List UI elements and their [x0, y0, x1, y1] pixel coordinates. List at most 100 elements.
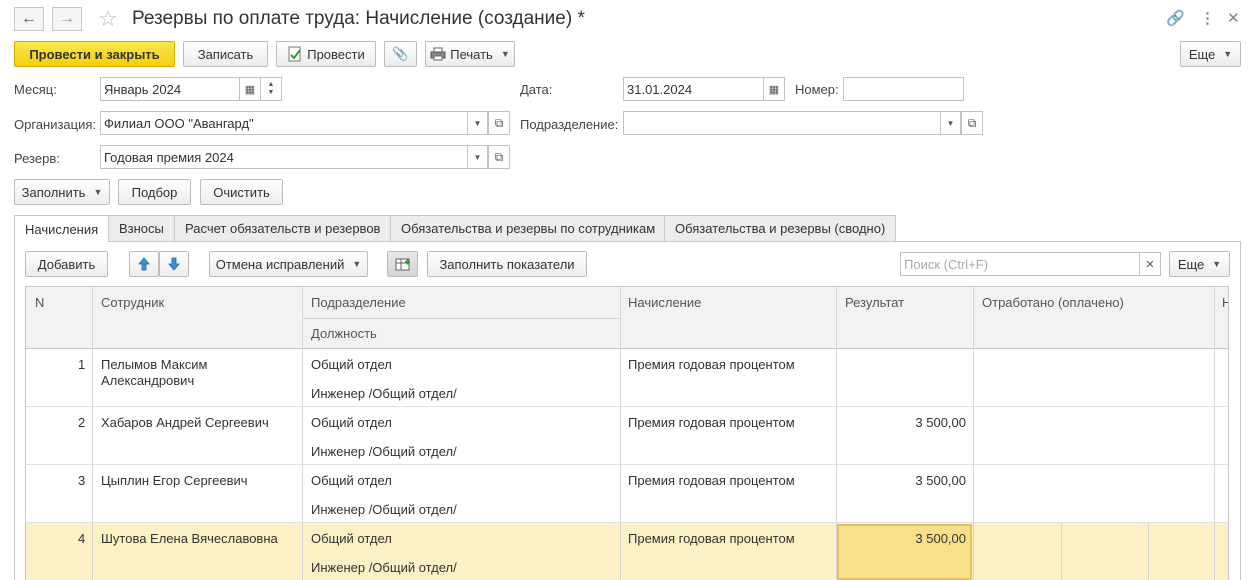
organization-dropdown[interactable]: ▼ — [467, 111, 488, 135]
chevron-down-icon: ▼ — [267, 89, 275, 96]
vertical-dots-icon[interactable]: ⋮ — [1200, 9, 1215, 27]
header-employee[interactable]: Сотрудник — [101, 295, 164, 310]
header-department[interactable]: Подразделение — [311, 295, 406, 310]
page-title: Резервы по оплате труда: Начисление (соз… — [132, 8, 585, 29]
calendar-icon: ▦ — [768, 83, 780, 96]
calendar-button[interactable]: ▦ — [239, 77, 261, 101]
reserve-label: Резерв: — [14, 151, 60, 166]
column-divider — [1214, 287, 1215, 580]
reserve-field[interactable]: Годовая премия 2024 — [100, 145, 468, 169]
date-field[interactable]: 31.01.2024 — [623, 77, 764, 101]
row-accrual: Премия годовая процентом — [628, 531, 795, 546]
organization-field[interactable]: Филиал ООО "Авангард" — [100, 111, 468, 135]
row-employee-line2: Александрович — [101, 373, 195, 388]
date-calendar-button[interactable]: ▦ — [763, 77, 785, 101]
column-divider — [92, 287, 93, 580]
print-button[interactable]: Печать ▼ — [425, 41, 515, 67]
post-and-close-button[interactable]: Провести и закрыть — [14, 41, 175, 67]
department-dropdown[interactable]: ▼ — [940, 111, 961, 135]
month-field[interactable]: Январь 2024 — [100, 77, 240, 101]
arrow-up-icon — [138, 257, 150, 271]
header-n[interactable]: N — [35, 295, 44, 310]
attach-button[interactable]: 📎 — [384, 41, 417, 67]
paperclip-icon: 📎 — [392, 46, 409, 61]
row-employee: Пелымов Максим — [101, 357, 208, 372]
row-result: 3 500,00 — [915, 415, 966, 430]
number-field[interactable] — [843, 77, 964, 101]
reserve-dropdown[interactable]: ▼ — [467, 145, 488, 169]
table-more-button[interactable]: Еще ▼ — [1169, 251, 1230, 277]
column-divider — [1061, 523, 1062, 580]
department-open-button[interactable]: ⧉ — [961, 111, 983, 135]
move-up-button[interactable] — [129, 251, 159, 277]
star-icon[interactable]: ☆ — [98, 6, 118, 32]
arrow-left-icon: ← — [21, 10, 37, 27]
row-number: 2 — [78, 415, 86, 430]
row-department: Общий отдел — [311, 473, 392, 488]
department-field[interactable] — [623, 111, 941, 135]
table-row-selected[interactable]: 4 Шутова Елена Вячеславовна Общий отдел … — [26, 523, 1228, 580]
row-number: 3 — [78, 473, 86, 488]
chevron-down-icon: ▼ — [473, 118, 482, 128]
header-accrual[interactable]: Начисление — [628, 295, 701, 310]
clear-button[interactable]: Очистить — [200, 179, 283, 205]
organization-open-button[interactable]: ⧉ — [488, 111, 510, 135]
fill-indicators-button[interactable]: Заполнить показатели — [427, 251, 587, 277]
row-department: Общий отдел — [311, 357, 392, 372]
post-document-icon — [288, 46, 302, 62]
move-down-button[interactable] — [159, 251, 189, 277]
row-employee: Хабаров Андрей Сергеевич — [101, 415, 269, 430]
open-window-icon: ⧉ — [494, 149, 504, 164]
select-button[interactable]: Подбор — [118, 179, 191, 205]
chevron-down-icon: ▼ — [352, 259, 362, 269]
table-row[interactable]: 3 Цыплин Егор Сергеевич Общий отдел Инже… — [26, 465, 1228, 523]
arrow-down-icon — [168, 257, 180, 271]
fill-button[interactable]: Заполнить ▼ — [14, 179, 110, 205]
accruals-table[interactable]: N Сотрудник Подразделение Должность Начи… — [25, 286, 1229, 580]
header-result[interactable]: Результат — [845, 295, 904, 310]
row-number: 1 — [78, 357, 86, 372]
tab-calculation[interactable]: Расчет обязательств и резервов — [174, 215, 392, 241]
header-worked[interactable]: Отработано (оплачено) — [982, 295, 1124, 310]
table-settings-button[interactable] — [387, 251, 418, 277]
row-position: Инженер /Общий отдел/ — [311, 444, 457, 459]
tab-by-employees[interactable]: Обязательства и резервы по сотрудникам — [390, 215, 667, 241]
chevron-down-icon: ▼ — [946, 118, 955, 128]
tab-contributions[interactable]: Взносы — [108, 215, 175, 241]
row-position: Инженер /Общий отдел/ — [311, 502, 457, 517]
row-accrual: Премия годовая процентом — [628, 415, 795, 430]
post-button[interactable]: Провести — [276, 41, 376, 67]
chevron-down-icon: ▼ — [93, 187, 103, 197]
column-divider — [620, 287, 621, 580]
search-clear-button[interactable]: ✕ — [1139, 252, 1161, 276]
close-icon: ✕ — [1145, 258, 1155, 271]
open-window-icon: ⧉ — [494, 115, 504, 130]
cancel-corrections-button[interactable]: Отмена исправлений ▼ — [209, 251, 368, 277]
save-button[interactable]: Записать — [183, 41, 268, 67]
row-number: 4 — [78, 531, 86, 546]
department-label: Подразделение: — [520, 117, 619, 132]
table-row[interactable]: 2 Хабаров Андрей Сергеевич Общий отдел И… — [26, 407, 1228, 465]
organization-label: Организация: — [14, 117, 97, 132]
chevron-down-icon: ▼ — [473, 152, 482, 162]
row-position: Инженер /Общий отдел/ — [311, 560, 457, 575]
table-header: N Сотрудник Подразделение Должность Начи… — [26, 287, 1228, 349]
tab-accruals[interactable]: Начисления — [14, 215, 110, 242]
header-extra[interactable]: Н — [1222, 295, 1228, 310]
table-row[interactable]: 1 Пелымов Максим Александрович Общий отд… — [26, 349, 1228, 407]
reserve-open-button[interactable]: ⧉ — [488, 145, 510, 169]
add-button[interactable]: Добавить — [25, 251, 108, 277]
row-result: 3 500,00 — [915, 531, 966, 546]
forward-button[interactable]: → — [52, 7, 82, 31]
open-window-icon: ⧉ — [967, 115, 977, 130]
month-stepper[interactable]: ▲ ▼ — [260, 77, 282, 101]
tab-summary[interactable]: Обязательства и резервы (сводно) — [664, 215, 897, 241]
column-divider — [1148, 523, 1149, 580]
column-divider — [302, 287, 303, 580]
search-input[interactable]: Поиск (Ctrl+F) — [900, 252, 1140, 276]
more-button[interactable]: Еще ▼ — [1180, 41, 1241, 67]
header-position[interactable]: Должность — [311, 326, 377, 341]
link-icon[interactable]: 🔗 — [1166, 9, 1185, 27]
close-icon[interactable]: ✕ — [1227, 9, 1240, 27]
back-button[interactable]: ← — [14, 7, 44, 31]
